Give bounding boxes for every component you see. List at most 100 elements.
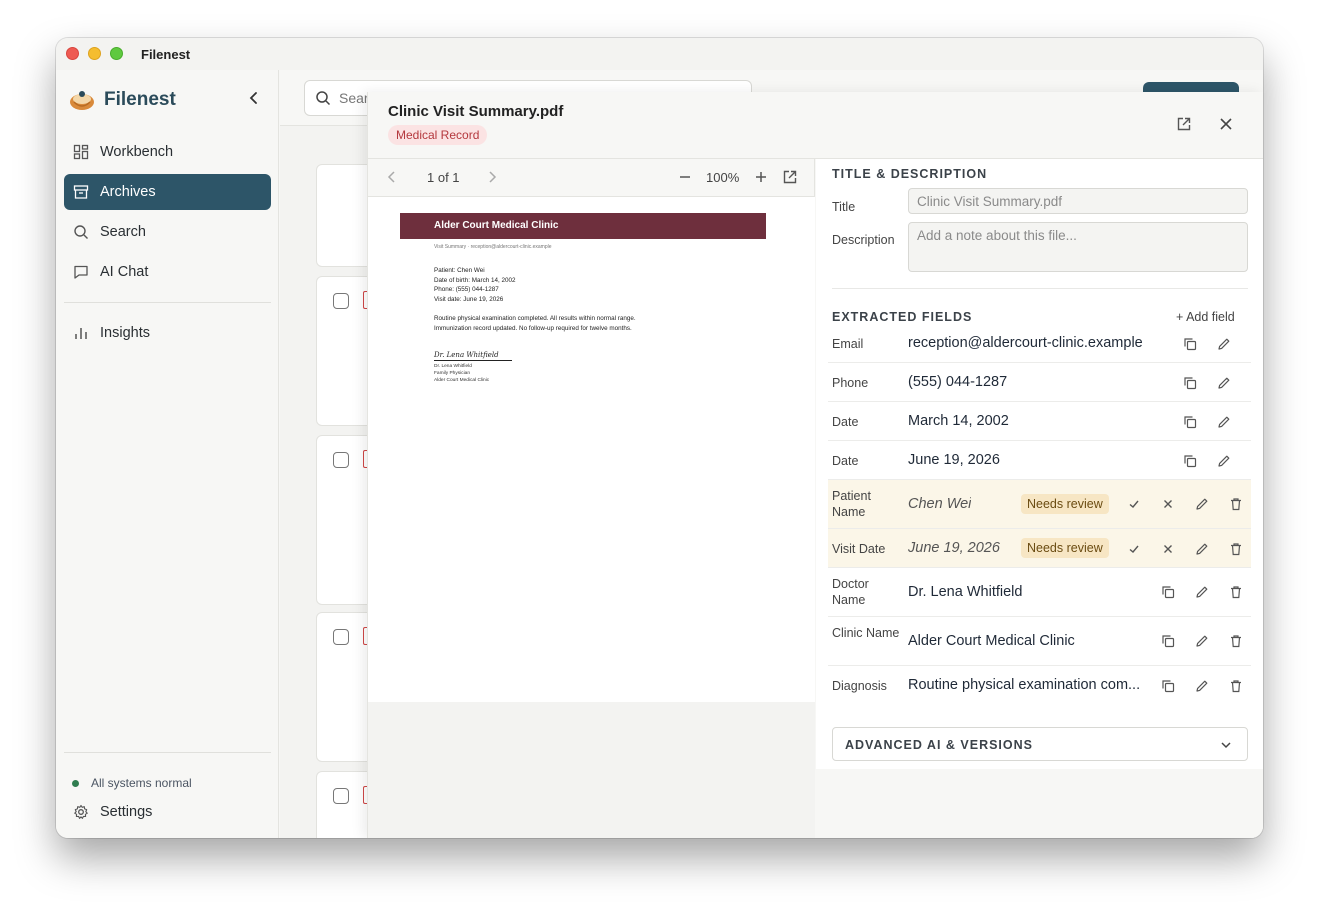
edit-button[interactable] <box>1194 541 1210 557</box>
prev-page-button[interactable] <box>386 169 398 188</box>
field-label: Doctor Name <box>832 577 869 607</box>
copy-icon <box>1162 586 1175 599</box>
delete-button[interactable] <box>1228 678 1244 694</box>
sidebar-divider <box>64 302 271 303</box>
pdf-text-line: Phone: (555) 044-1287 <box>434 286 499 293</box>
sidebar-item-workbench[interactable]: Workbench <box>64 134 271 170</box>
field-label: Diagnosis <box>832 679 887 693</box>
sidebar-item-insights[interactable]: Insights <box>64 315 271 351</box>
file-checkbox[interactable] <box>333 788 349 804</box>
delete-button[interactable] <box>1228 496 1244 512</box>
sidebar-item-archives[interactable]: Archives <box>64 174 271 210</box>
sidebar-item-label: Settings <box>100 804 153 820</box>
file-checkbox[interactable] <box>333 293 349 309</box>
trash-icon <box>1231 543 1241 556</box>
pencil-icon <box>1218 416 1230 428</box>
title-input[interactable]: Clinic Visit Summary.pdf <box>908 188 1248 214</box>
reject-button[interactable] <box>1160 541 1176 557</box>
section-title: TITLE & DESCRIPTION <box>832 167 988 181</box>
zoom-in-button[interactable] <box>754 169 768 188</box>
add-field-button[interactable]: + Add field <box>1176 310 1235 324</box>
delete-button[interactable] <box>1228 633 1244 649</box>
field-value: reception@aldercourt-clinic.example <box>908 335 1143 351</box>
collapse-sidebar-button[interactable] <box>244 88 264 108</box>
delete-button[interactable] <box>1228 584 1244 600</box>
extracted-fields-title: EXTRACTED FIELDS <box>832 310 973 324</box>
close-modal-button[interactable] <box>1216 114 1236 134</box>
plus-icon <box>756 172 766 182</box>
status-text: All systems normal <box>91 776 192 790</box>
category-badge: Medical Record <box>388 125 488 145</box>
sidebar-item-label: Insights <box>100 325 150 341</box>
page-indicator: 1 of 1 <box>427 170 460 185</box>
trash-icon <box>1231 635 1241 648</box>
minus-icon <box>680 176 690 178</box>
grid-icon <box>72 143 90 161</box>
zoom-out-button[interactable] <box>678 169 692 188</box>
copy-button[interactable] <box>1160 678 1176 694</box>
sidebar-item-ai-chat[interactable]: AI Chat <box>64 254 271 290</box>
system-status: All systems normal <box>72 776 192 790</box>
delete-button[interactable] <box>1228 541 1244 557</box>
copy-button[interactable] <box>1182 375 1198 391</box>
edit-button[interactable] <box>1194 496 1210 512</box>
edit-button[interactable] <box>1216 336 1232 352</box>
sidebar-item-label: Archives <box>100 184 156 200</box>
field-row-clinic-name: Clinic Name Alder Court Medical Clinic <box>828 617 1251 666</box>
copy-icon <box>1162 635 1175 648</box>
copy-button[interactable] <box>1182 336 1198 352</box>
description-textarea[interactable]: Add a note about this file... <box>908 222 1248 272</box>
zoom-level: 100% <box>706 170 740 185</box>
open-external-button[interactable] <box>1174 114 1194 134</box>
edit-button[interactable] <box>1216 414 1232 430</box>
edit-button[interactable] <box>1194 678 1210 694</box>
check-icon <box>1129 545 1139 553</box>
copy-icon <box>1184 338 1197 351</box>
title-bar: Filenest <box>56 38 1263 70</box>
field-label: Patient Name <box>832 489 871 519</box>
description-label: Description <box>832 233 895 247</box>
sidebar-item-search[interactable]: Search <box>64 214 271 250</box>
copy-icon <box>1184 416 1197 429</box>
approve-button[interactable] <box>1126 541 1142 557</box>
minimize-window-button[interactable] <box>88 47 101 60</box>
file-title: Clinic Visit Summary.pdf <box>388 103 564 120</box>
window-title: Filenest <box>141 47 191 62</box>
pencil-icon <box>1196 586 1208 598</box>
file-checkbox[interactable] <box>333 629 349 645</box>
document-viewer: 1 of 1 100% Alder Court Medical Clinic V… <box>368 159 815 838</box>
copy-button[interactable] <box>1182 453 1198 469</box>
field-label: Phone <box>832 376 869 390</box>
file-checkbox[interactable] <box>333 452 349 468</box>
panel-footer-area <box>816 769 1263 838</box>
reject-button[interactable] <box>1160 496 1176 512</box>
pdf-signature-line: Alder Court Medical Clinic <box>434 378 490 383</box>
maximize-window-button[interactable] <box>110 47 123 60</box>
bar-chart-icon <box>72 324 90 342</box>
viewer-toolbar: 1 of 1 100% <box>368 159 815 197</box>
sidebar: Filenest Workbench Archives Search AI Ch… <box>56 70 279 838</box>
needs-review-badge: Needs review <box>1021 494 1109 514</box>
approve-button[interactable] <box>1126 496 1142 512</box>
field-label: Visit Date <box>832 542 886 556</box>
copy-button[interactable] <box>1160 633 1176 649</box>
sidebar-item-settings[interactable]: Settings <box>64 794 271 830</box>
edit-button[interactable] <box>1216 453 1232 469</box>
close-window-button[interactable] <box>66 47 79 60</box>
next-page-button[interactable] <box>486 169 498 188</box>
edit-button[interactable] <box>1194 633 1210 649</box>
pencil-icon <box>1196 543 1208 555</box>
open-in-new-window-button[interactable] <box>782 169 798 188</box>
advanced-ai-accordion[interactable]: ADVANCED AI & VERSIONS <box>832 727 1248 761</box>
field-value: Alder Court Medical Clinic <box>908 633 1075 649</box>
viewer-empty-area <box>368 702 815 838</box>
field-row-doctor-name: Doctor Name Dr. Lena Whitfield <box>828 568 1251 617</box>
advanced-title: ADVANCED AI & VERSIONS <box>845 738 1033 752</box>
copy-button[interactable] <box>1160 584 1176 600</box>
edit-button[interactable] <box>1216 375 1232 391</box>
pdf-header: Alder Court Medical Clinic <box>400 213 766 239</box>
copy-button[interactable] <box>1182 414 1198 430</box>
trash-icon <box>1231 680 1241 693</box>
pencil-icon <box>1218 338 1230 350</box>
edit-button[interactable] <box>1194 584 1210 600</box>
